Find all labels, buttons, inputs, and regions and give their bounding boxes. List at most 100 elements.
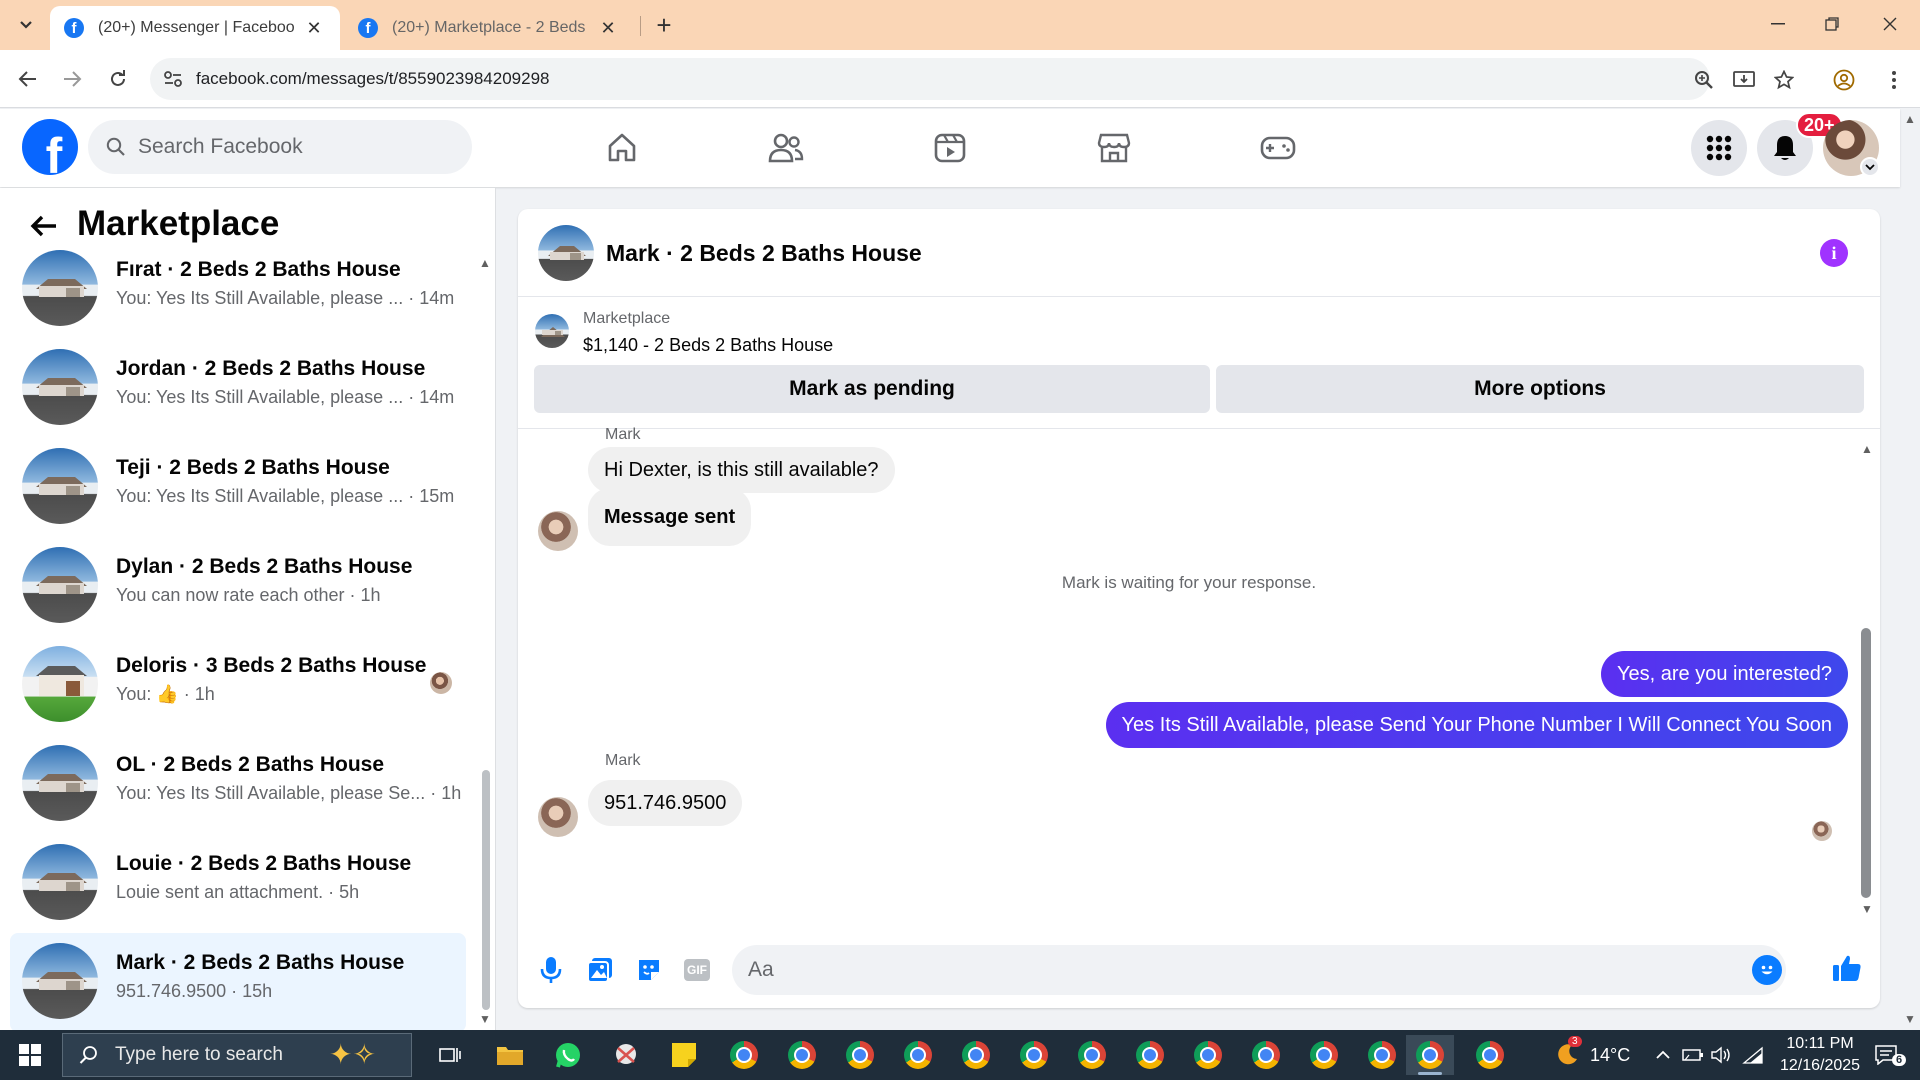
weather-widget[interactable]: 3 14°C [1554,1036,1630,1068]
taskbar-search-input[interactable] [115,1044,315,1066]
send-like-button[interactable] [1832,953,1862,983]
address-bar[interactable]: facebook.com/messages/t/8559023984209298 [150,58,1710,100]
reload-button[interactable] [102,63,134,95]
sidebar-scrollbar[interactable] [482,770,490,1010]
wifi-tray-icon[interactable] [1742,1044,1764,1066]
task-view-button[interactable] [426,1035,474,1075]
scroll-up-arrow-icon[interactable]: ▲ [1861,442,1873,456]
page-scroll-down-arrow-icon[interactable]: ▼ [1904,1012,1916,1026]
chrome-app-6[interactable] [1010,1035,1058,1075]
chrome-app-1[interactable] [720,1035,768,1075]
chrome-app-4[interactable] [894,1035,942,1075]
outgoing-message-bubble[interactable]: Yes, are you interested? [1601,651,1848,697]
facebook-logo[interactable]: f [22,119,78,175]
menu-kebab-icon[interactable] [1882,68,1906,92]
mark-as-pending-button[interactable]: Mark as pending [534,365,1210,413]
tab-marketplace[interactable]: f (20+) Marketplace - 2 Beds 2 Baths Hou… [344,6,634,50]
nav-gaming-tab[interactable] [1248,122,1308,174]
conversation-item-teji[interactable]: Teji · 2 Beds 2 Baths House You: Yes Its… [10,438,466,537]
bookmark-star-icon[interactable] [1772,68,1796,92]
scroll-up-arrow-icon[interactable]: ▲ [479,256,491,270]
restore-button[interactable] [1810,8,1854,40]
show-hidden-icons-button[interactable] [1652,1044,1674,1066]
conversation-item-deloris[interactable]: Deloris · 3 Beds 2 Baths House You: 👍 · … [10,636,466,735]
emoji-icon[interactable] [1752,955,1782,985]
gif-button[interactable]: GIF [682,955,712,985]
close-window-button[interactable] [1868,8,1912,40]
listing-price-title[interactable]: $1,140 - 2 Beds 2 Baths House [583,335,833,356]
message-bubble[interactable]: Hi Dexter, is this still available? [588,447,895,493]
nav-friends-tab[interactable] [756,122,816,174]
sender-avatar[interactable] [538,797,578,837]
new-tab-button[interactable]: + [651,10,677,40]
thread-scrollbar[interactable] [1861,628,1871,898]
sender-avatar[interactable] [538,511,578,551]
message-bubble[interactable]: Message sent [588,488,752,546]
voice-clip-button[interactable] [536,955,566,985]
scroll-down-arrow-icon[interactable]: ▼ [1861,902,1873,916]
battery-tray-icon[interactable] [1682,1044,1704,1066]
notification-center-button[interactable]: 6 [1866,1040,1907,1070]
chrome-app-9[interactable] [1184,1035,1232,1075]
conversation-item-ol[interactable]: OL · 2 Beds 2 Baths House You: Yes Its S… [10,735,466,834]
profile-icon[interactable] [1832,68,1856,92]
conversation-item-dylan[interactable]: Dylan · 2 Beds 2 Baths House You can now… [10,537,466,636]
conversation-name: Mark · 2 Beds 2 Baths House [116,951,405,974]
install-app-icon[interactable] [1732,68,1756,92]
minimize-button[interactable] [1756,8,1800,40]
site-settings-icon[interactable] [162,68,184,90]
zoom-icon[interactable] [1692,68,1716,92]
chrome-app-11[interactable] [1300,1035,1348,1075]
back-button[interactable] [26,208,62,244]
snipping-tool-app[interactable] [602,1035,650,1075]
chrome-app-12[interactable] [1358,1035,1406,1075]
thumbs-up-icon [1833,955,1861,981]
chrome-app-2[interactable] [778,1035,826,1075]
more-options-button[interactable]: More options [1216,365,1864,413]
scroll-down-arrow-icon[interactable]: ▼ [479,1012,491,1026]
menu-button[interactable] [1691,120,1747,176]
close-tab-icon[interactable]: ✕ [596,16,620,40]
attach-photo-button[interactable] [585,955,615,985]
conversation-item-jordan[interactable]: Jordan · 2 Beds 2 Baths House You: Yes I… [10,339,466,438]
chrome-app-13[interactable] [1466,1035,1514,1075]
chevron-down-icon[interactable] [1860,157,1880,177]
message-bubble[interactable]: 951.746.9500 [588,780,743,826]
conversation-item-louie[interactable]: Louie · 2 Beds 2 Baths House Louie sent … [10,834,466,933]
back-button[interactable] [12,63,44,95]
conversation-snippet: Louie sent an attachment. · 5h [116,882,360,902]
file-explorer-app[interactable] [486,1035,534,1075]
chat-title[interactable]: Mark · 2 Beds 2 Baths House [606,240,922,267]
listing-thumbnail[interactable] [538,225,594,281]
whatsapp-app[interactable] [544,1035,592,1075]
chrome-app-active[interactable] [1406,1035,1454,1075]
start-button[interactable] [10,1040,50,1070]
volume-tray-icon[interactable] [1710,1044,1732,1066]
conversation-item-firat[interactable]: Fırat · 2 Beds 2 Baths House You: Yes It… [10,240,466,339]
chrome-app-8[interactable] [1126,1035,1174,1075]
info-icon[interactable]: i [1820,239,1848,267]
facebook-search-input[interactable] [138,135,438,159]
page-scroll-up-arrow-icon[interactable]: ▲ [1904,112,1916,126]
listing-thumbnail[interactable] [535,314,569,348]
nav-video-tab[interactable] [920,122,980,174]
close-tab-icon[interactable]: ✕ [302,16,326,40]
outgoing-message-bubble[interactable]: Yes Its Still Available, please Send You… [1105,702,1848,748]
message-input-box[interactable] [732,945,1786,995]
chrome-app-7[interactable] [1068,1035,1116,1075]
sticker-button[interactable] [634,955,664,985]
nav-home-tab[interactable] [592,122,652,174]
conversation-item-mark[interactable]: Mark · 2 Beds 2 Baths House 951.746.9500… [10,933,466,1030]
facebook-search[interactable] [88,120,472,174]
tab-search-button[interactable] [8,9,44,41]
chrome-app-10[interactable] [1242,1035,1290,1075]
forward-button[interactable] [56,63,88,95]
chrome-app-3[interactable] [836,1035,884,1075]
chrome-app-5[interactable] [952,1035,1000,1075]
system-clock[interactable]: 10:11 PM 12/16/2025 [1776,1033,1864,1077]
taskbar-search[interactable]: ✦✧ [62,1033,412,1077]
message-input[interactable] [748,958,1708,982]
nav-marketplace-tab[interactable] [1084,122,1144,174]
tab-messenger[interactable]: f (20+) Messenger | Facebook ✕ [50,6,340,50]
sticky-notes-app[interactable] [660,1035,708,1075]
